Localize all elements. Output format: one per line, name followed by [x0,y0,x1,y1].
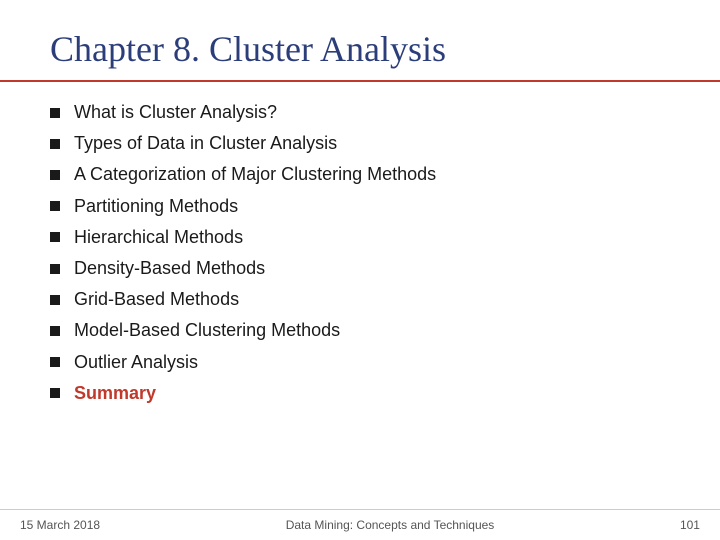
footer: 15 March 2018 Data Mining: Concepts and … [0,509,720,540]
bullet-text-10: Summary [74,381,156,406]
bullet-text-7: Grid-Based Methods [74,287,239,312]
bullet-marker-10 [50,388,60,398]
bullet-item-4: Partitioning Methods [50,194,670,219]
bullet-text-6: Density-Based Methods [74,256,265,281]
footer-date: 15 March 2018 [20,518,100,532]
title-area: Chapter 8. Cluster Analysis [0,0,720,82]
bullet-item-2: Types of Data in Cluster Analysis [50,131,670,156]
bullet-item-3: A Categorization of Major Clustering Met… [50,162,670,187]
slide: Chapter 8. Cluster Analysis What is Clus… [0,0,720,540]
bullet-list: What is Cluster Analysis? Types of Data i… [50,100,670,406]
bullet-item-10: Summary [50,381,670,406]
footer-course: Data Mining: Concepts and Techniques [286,518,495,532]
content-area: What is Cluster Analysis? Types of Data i… [0,82,720,509]
bullet-marker-4 [50,201,60,211]
bullet-item-9: Outlier Analysis [50,350,670,375]
slide-title: Chapter 8. Cluster Analysis [50,28,670,70]
bullet-item-7: Grid-Based Methods [50,287,670,312]
bullet-marker-8 [50,326,60,336]
bullet-item-6: Density-Based Methods [50,256,670,281]
bullet-item-5: Hierarchical Methods [50,225,670,250]
bullet-item-1: What is Cluster Analysis? [50,100,670,125]
bullet-text-1: What is Cluster Analysis? [74,100,277,125]
bullet-marker-2 [50,139,60,149]
bullet-marker-5 [50,232,60,242]
bullet-marker-6 [50,264,60,274]
bullet-text-5: Hierarchical Methods [74,225,243,250]
bullet-marker-7 [50,295,60,305]
bullet-text-9: Outlier Analysis [74,350,198,375]
bullet-text-8: Model-Based Clustering Methods [74,318,340,343]
bullet-text-3: A Categorization of Major Clustering Met… [74,162,436,187]
bullet-item-8: Model-Based Clustering Methods [50,318,670,343]
bullet-text-2: Types of Data in Cluster Analysis [74,131,337,156]
bullet-text-4: Partitioning Methods [74,194,238,219]
bullet-marker-1 [50,108,60,118]
bullet-marker-9 [50,357,60,367]
footer-page: 101 [680,518,700,532]
bullet-marker-3 [50,170,60,180]
